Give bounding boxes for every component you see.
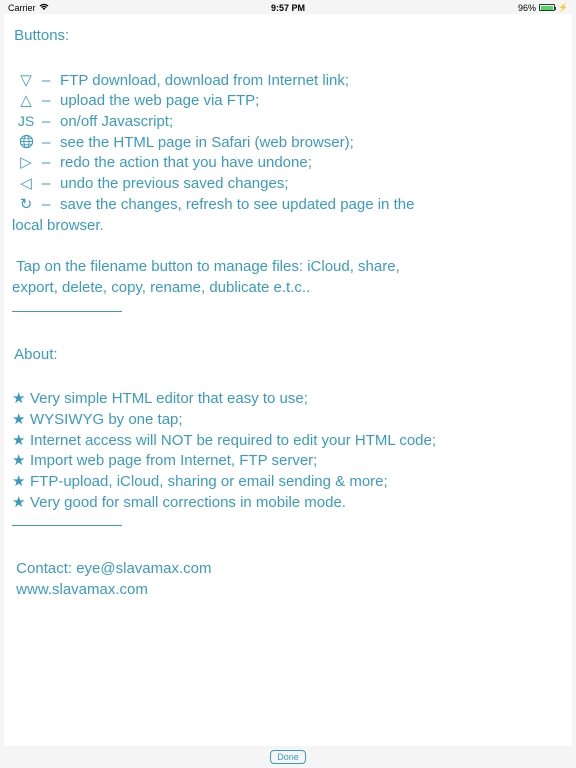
charging-icon: ⚡: [558, 3, 568, 12]
website-line: www.slavamax.com: [10, 580, 566, 601]
about-item: ★FTP-upload, iCloud, sharing or email se…: [10, 472, 566, 493]
triangle-right-icon: ▷: [10, 153, 42, 174]
about-item: ★Very good for small corrections in mobi…: [10, 493, 566, 514]
star-icon: ★: [12, 389, 30, 410]
buttons-title: Buttons:: [10, 26, 566, 47]
wifi-icon: [39, 3, 49, 13]
done-button[interactable]: Done: [270, 750, 306, 764]
button-item-save: ↻ – save the changes, refresh to see upd…: [10, 195, 566, 216]
tap-paragraph-line2: export, delete, copy, rename, dublicate …: [10, 278, 566, 299]
status-time: 9:57 PM: [271, 3, 305, 13]
bottom-toolbar: Done: [0, 746, 576, 768]
battery-percent: 96%: [518, 3, 536, 13]
triangle-up-icon: △: [10, 91, 42, 112]
star-icon: ★: [12, 410, 30, 431]
js-icon: JS: [10, 112, 42, 133]
button-item-undo: ◁ – undo the previous saved changes;: [10, 174, 566, 195]
star-icon: ★: [12, 451, 30, 472]
star-icon: ★: [12, 493, 30, 514]
triangle-down-icon: ▽: [10, 71, 42, 92]
button-item-js: JS – on/off Javascript;: [10, 112, 566, 133]
button-item-download: ▽ – FTP download, download from Internet…: [10, 71, 566, 92]
about-item: ★Import web page from Internet, FTP serv…: [10, 451, 566, 472]
battery-icon: [539, 4, 555, 11]
button-item-redo: ▷ – redo the action that you have undone…: [10, 153, 566, 174]
about-title: About:: [10, 345, 566, 366]
carrier-label: Carrier: [8, 3, 36, 13]
document-content: Buttons: ▽ – FTP download, download from…: [4, 14, 572, 746]
about-item: ★Very simple HTML editor that easy to us…: [10, 389, 566, 410]
about-item: ★Internet access will NOT be required to…: [10, 431, 566, 452]
star-icon: ★: [12, 472, 30, 493]
button-item-save-wrap: local browser.: [10, 216, 566, 237]
globe-icon: [10, 133, 42, 154]
status-bar: Carrier 9:57 PM 96% ⚡: [0, 0, 576, 14]
contact-line: Contact: eye@slavamax.com: [10, 559, 566, 580]
refresh-icon: ↻: [10, 195, 42, 216]
triangle-left-icon: ◁: [10, 174, 42, 195]
button-item-upload: △ – upload the web page via FTP;: [10, 91, 566, 112]
divider: [12, 525, 122, 526]
about-item: ★WYSIWYG by one tap;: [10, 410, 566, 431]
button-item-safari: – see the HTML page in Safari (web brows…: [10, 133, 566, 154]
tap-paragraph-line1: Tap on the filename button to manage fil…: [10, 257, 566, 278]
divider: [12, 311, 122, 312]
star-icon: ★: [12, 431, 30, 452]
